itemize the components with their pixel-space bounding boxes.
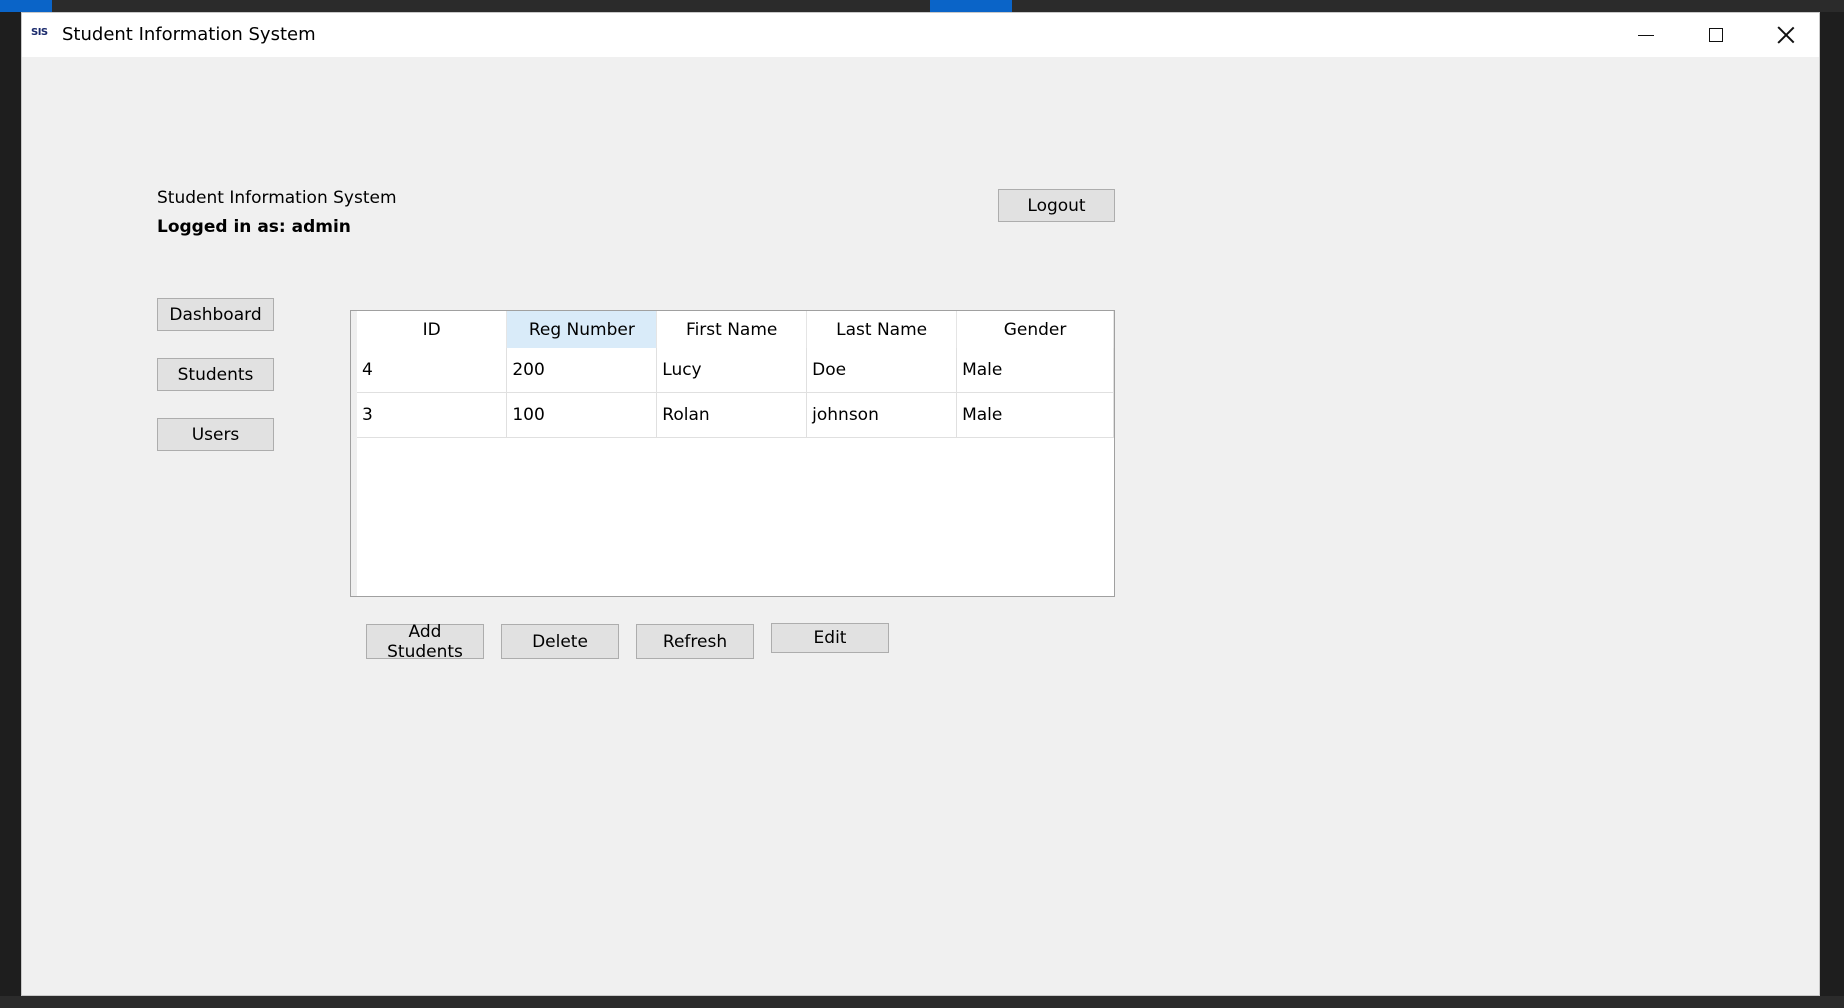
app-window: SIS Student Information System Student I… (21, 12, 1820, 996)
window-title: Student Information System (62, 24, 316, 45)
table-row[interactable]: 3 100 Rolan johnson Male (357, 392, 1114, 438)
sidebar-item-students[interactable]: Students (157, 358, 274, 391)
background-accent (930, 0, 1012, 12)
logout-button[interactable]: Logout (998, 189, 1115, 222)
cell-last-name[interactable]: johnson (806, 392, 958, 438)
column-header-reg-number[interactable]: Reg Number (506, 311, 658, 348)
cell-id[interactable]: 3 (357, 392, 508, 438)
column-header-first-name[interactable]: First Name (656, 311, 808, 348)
close-icon (1777, 26, 1795, 44)
cell-gender[interactable]: Male (956, 392, 1114, 438)
background-taskbar-top (0, 0, 1844, 12)
delete-button[interactable]: Delete (501, 624, 619, 659)
students-grid[interactable]: ID Reg Number First Name Last Name Gende… (357, 311, 1114, 438)
column-header-last-name[interactable]: Last Name (806, 311, 958, 348)
cell-gender[interactable]: Male (956, 348, 1114, 393)
cell-first-name[interactable]: Rolan (656, 392, 808, 438)
system-label: Student Information System (157, 188, 397, 208)
table-row[interactable]: 4 200 Lucy Doe Male (357, 348, 1114, 393)
logged-in-label: Logged in as: admin (157, 217, 351, 237)
cell-last-name[interactable]: Doe (806, 348, 958, 393)
maximize-button[interactable] (1681, 13, 1751, 57)
title-bar[interactable]: SIS Student Information System (22, 13, 1819, 57)
client-area: Student Information System Logged in as:… (22, 57, 1819, 997)
background-taskbar-bottom (0, 996, 1844, 1008)
maximize-icon (1709, 28, 1723, 42)
edit-button[interactable]: Edit (771, 623, 889, 653)
add-students-button[interactable]: Add Students (366, 622, 484, 662)
refresh-button[interactable]: Refresh (636, 624, 754, 659)
app-logo-icon: SIS (31, 27, 48, 38)
background-right-panel (1820, 12, 1844, 996)
cell-reg-number[interactable]: 200 (506, 348, 658, 393)
background-left-panel (0, 12, 21, 996)
background-accent (0, 0, 52, 12)
minimize-icon (1638, 34, 1654, 36)
column-header-gender[interactable]: Gender (956, 311, 1114, 348)
table-header-row: ID Reg Number First Name Last Name Gende… (357, 311, 1114, 348)
cell-first-name[interactable]: Lucy (656, 348, 808, 393)
close-button[interactable] (1751, 13, 1821, 57)
students-table[interactable]: ID Reg Number First Name Last Name Gende… (350, 310, 1115, 597)
cell-id[interactable]: 4 (357, 348, 508, 393)
sidebar-item-users[interactable]: Users (157, 418, 274, 451)
minimize-button[interactable] (1611, 13, 1681, 57)
column-header-id[interactable]: ID (357, 311, 508, 348)
cell-reg-number[interactable]: 100 (506, 392, 658, 438)
sidebar-item-dashboard[interactable]: Dashboard (157, 298, 274, 331)
